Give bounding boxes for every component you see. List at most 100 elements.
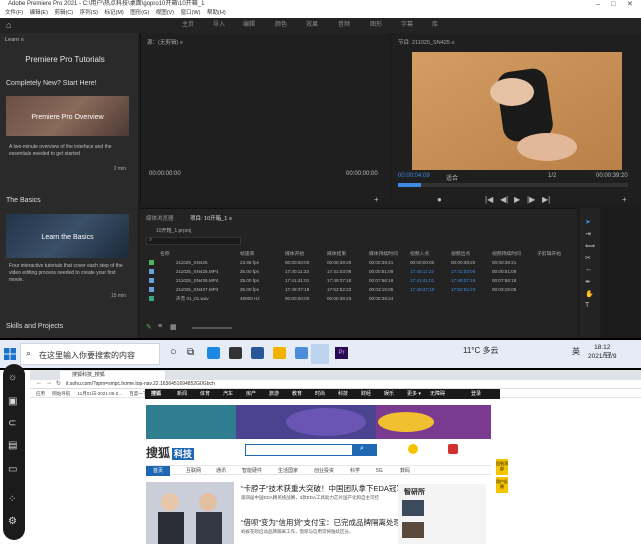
nav-item[interactable]: 体育 xyxy=(200,389,210,399)
screenshot-icon[interactable]: ▣ xyxy=(8,396,17,407)
step-forward-icon[interactable]: ▶| xyxy=(542,195,550,204)
ws-edit[interactable]: 编辑 xyxy=(243,18,255,33)
ws-libraries[interactable]: 库 xyxy=(432,18,438,33)
nav-item[interactable]: 房产 xyxy=(246,389,256,399)
menu-help[interactable]: 帮助(H) xyxy=(207,9,226,18)
grid-icon[interactable]: ▤ xyxy=(8,440,17,451)
ws-effects[interactable]: 效果 xyxy=(306,18,318,33)
menu-markers[interactable]: 标记(M) xyxy=(104,9,123,18)
menu-sequence[interactable]: 序列(S) xyxy=(80,9,98,18)
table-row[interactable]: 211025_SN425 23.98 fps 00:00:00:00 00:00… xyxy=(146,259,571,267)
table-row[interactable]: 211025_SN427.MP4 25.00 fps 17:49:37:19 1… xyxy=(146,286,571,294)
zoom-slider[interactable] xyxy=(192,327,232,329)
nav-item[interactable]: 新闻 xyxy=(177,389,187,399)
address-bar[interactable]: ← → ↻ it.sohu.com/?spm=smpc.home.top-nav… xyxy=(30,380,641,389)
table-row[interactable]: 211025_SN426.MP4 25.00 fps 17:41:41:01 1… xyxy=(146,277,571,285)
nav-more[interactable]: 更多 ▾ xyxy=(407,389,421,399)
monitor-icon[interactable]: ▭ xyxy=(8,464,17,475)
frame-forward-icon[interactable]: |▶ xyxy=(527,195,535,204)
word-icon[interactable] xyxy=(251,347,264,359)
basics-card[interactable]: Learn the Basics xyxy=(6,214,129,258)
fit-select[interactable]: 适合 xyxy=(446,173,458,182)
subnav-item[interactable]: 数码 xyxy=(400,466,410,476)
minimize-icon[interactable]: – xyxy=(596,0,600,9)
side-news-thumb[interactable] xyxy=(402,500,424,516)
windows-start-icon[interactable] xyxy=(4,348,16,360)
back-icon[interactable]: ← xyxy=(36,380,42,386)
home-icon[interactable]: ⌂ xyxy=(6,21,15,30)
ws-color[interactable]: 颜色 xyxy=(275,18,287,33)
headline-image[interactable] xyxy=(146,482,234,544)
step-back-icon[interactable]: |◀ xyxy=(485,195,493,204)
user-avatar[interactable] xyxy=(408,444,418,454)
ripple-edit-icon[interactable]: ⟺ xyxy=(585,242,595,250)
nav-item[interactable]: 娱乐 xyxy=(384,389,394,399)
headline-1[interactable]: “卡脖子”技术获重大突破！中国团队拿下EDA冠军 xyxy=(241,483,404,494)
col-media-start[interactable]: 媒体开始 xyxy=(285,250,304,257)
sohu-search-button[interactable]: ⌕ xyxy=(352,445,376,455)
type-tool-icon[interactable]: T xyxy=(585,302,589,309)
add-button-icon[interactable]: + xyxy=(622,195,627,204)
login-link[interactable]: 登录 xyxy=(471,389,481,399)
slip-icon[interactable]: ↔ xyxy=(585,266,592,273)
subnav-item[interactable]: 通讯 xyxy=(216,466,226,476)
nav-item[interactable]: 财经 xyxy=(361,389,371,399)
weather-widget[interactable]: 11°C 多云 xyxy=(463,345,499,356)
col-video-out[interactable]: 视频出点 xyxy=(451,250,470,257)
menu-file[interactable]: 文件(F) xyxy=(5,9,23,18)
publish-icon[interactable] xyxy=(448,444,458,454)
table-row[interactable]: 211025_SN425.MP4 25.00 fps 17:40:11:23 1… xyxy=(146,268,571,276)
col-name[interactable]: 名称 xyxy=(160,250,170,257)
link-icon[interactable]: ⊂ xyxy=(8,418,16,429)
menu-window[interactable]: 窗口(W) xyxy=(181,9,201,18)
settings-icon[interactable]: ⚙ xyxy=(8,516,17,527)
menu-graphics[interactable]: 图形(G) xyxy=(130,9,149,18)
edge-icon[interactable] xyxy=(207,347,220,359)
frame-back-icon[interactable]: ◀| xyxy=(500,195,508,204)
program-tab[interactable]: 节目: 211025_SN425 ≡ xyxy=(398,38,455,46)
bookmark-item[interactable]: 应用 xyxy=(36,391,45,396)
folder-icon[interactable] xyxy=(273,347,286,359)
subnav-item[interactable]: 生活国家 xyxy=(278,466,298,476)
col-media-duration[interactable]: 媒体持续时间 xyxy=(369,250,398,257)
col-subclip-start[interactable]: 子剪辑开始 xyxy=(537,250,561,257)
apps-icon[interactable]: ⁘ xyxy=(8,494,16,505)
feedback-button[interactable]: 用户反馈 xyxy=(496,477,508,493)
forward-icon[interactable]: → xyxy=(46,380,52,386)
back-to-top-button[interactable]: 回到顶部 xyxy=(496,459,508,475)
list-view-icon[interactable]: ≡ xyxy=(158,323,162,330)
taskbar-search-input[interactable]: ⌕ 在这里输入你要搜索的内容 xyxy=(20,343,160,365)
ws-home[interactable]: 主页 xyxy=(182,18,194,33)
marker-icon[interactable]: ● xyxy=(437,195,442,204)
subnav-home[interactable]: 首页 xyxy=(146,466,171,476)
reload-icon[interactable]: ↻ xyxy=(56,380,61,387)
sohu-tech-logo[interactable]: 搜狐 科技 xyxy=(146,444,195,461)
browser-tab[interactable]: 搜狐科技_搜狐 xyxy=(60,371,165,380)
col-media-end[interactable]: 媒体结束 xyxy=(327,250,346,257)
menu-clip[interactable]: 剪辑(C) xyxy=(54,9,73,18)
subnav-item[interactable]: 互联网 xyxy=(186,466,201,476)
pencil-icon[interactable]: ✎ xyxy=(146,323,152,331)
resolution-select[interactable]: 1/2 xyxy=(548,173,556,179)
nav-item[interactable]: 时尚 xyxy=(315,389,325,399)
bookmark-item[interactable]: 11月01日-2021-05-0... xyxy=(78,391,122,396)
col-video-duration[interactable]: 视频持续时间 xyxy=(492,250,521,257)
nav-item[interactable]: 无障碍 xyxy=(430,389,445,399)
pen-icon[interactable]: ✒ xyxy=(585,278,591,286)
brightness-icon[interactable]: ☼ xyxy=(8,372,17,383)
source-add-icon[interactable]: + xyxy=(374,195,379,204)
project-search-input[interactable]: ⌕ xyxy=(146,237,241,245)
menu-view[interactable]: 视图(V) xyxy=(156,9,174,18)
project-tab[interactable]: 项目: 10开箱_1 ≡ xyxy=(190,214,232,222)
close-icon[interactable]: ✕ xyxy=(627,0,633,9)
ime-indicator[interactable]: 英 xyxy=(572,346,580,357)
premiere-taskbar-icon[interactable]: Pr xyxy=(335,347,348,359)
sohu-search-input[interactable]: ⌕ xyxy=(245,444,377,456)
active-app-highlight[interactable] xyxy=(311,344,329,364)
program-scrubber[interactable] xyxy=(398,183,628,187)
headline-2[interactable]: “借呗”变为“信用贷”支付宝：已完成品牌隔离处理 xyxy=(241,517,401,528)
maximize-icon[interactable]: □ xyxy=(611,0,615,9)
razor-icon[interactable]: ✂ xyxy=(585,254,591,262)
ws-audio[interactable]: 音频 xyxy=(338,18,350,33)
hand-icon[interactable]: ✋ xyxy=(585,290,594,298)
